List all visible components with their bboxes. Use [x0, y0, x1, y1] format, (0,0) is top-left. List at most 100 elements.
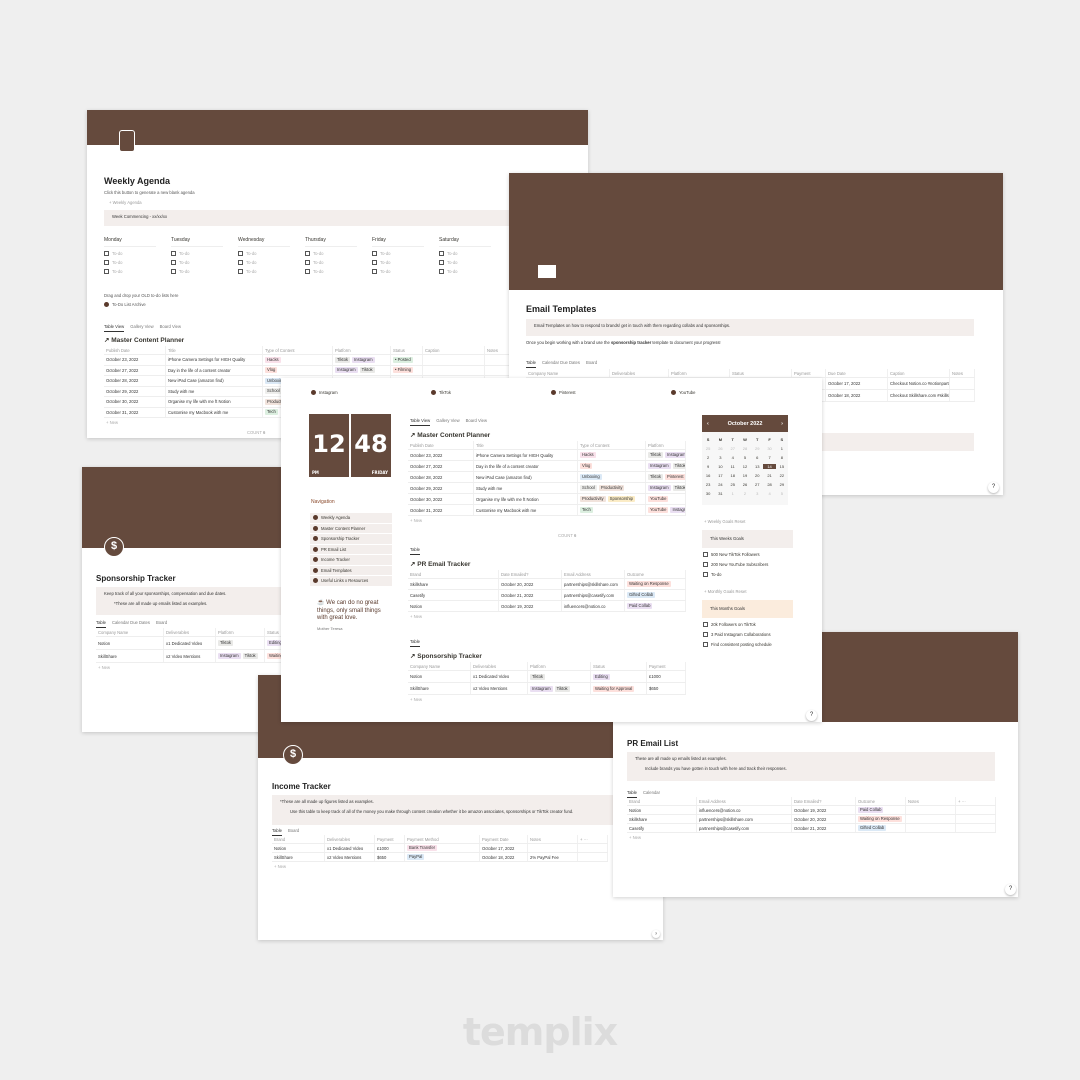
calendar-day[interactable]: 4 — [727, 455, 739, 460]
column-header[interactable]: Payment — [792, 369, 826, 377]
calendar-day[interactable]: 28 — [739, 446, 751, 451]
column-header[interactable]: Email Address — [562, 570, 625, 578]
calendar-day[interactable]: 3 — [751, 491, 763, 496]
todo-item[interactable]: To-do — [305, 260, 357, 269]
table-row[interactable]: Notion x1 Dedicated Video £1000 Bank Transf… — [272, 844, 608, 853]
calendar-day[interactable]: 28 — [763, 482, 775, 487]
goal-item[interactable]: 3 Paid Instagram Collaborations — [703, 630, 772, 640]
new-row-button[interactable]: + New — [627, 833, 996, 842]
next-month-button[interactable]: › — [781, 421, 783, 427]
column-header[interactable]: Platform — [528, 662, 591, 670]
prev-month-button[interactable]: ‹ — [707, 421, 709, 427]
column-header[interactable]: Company Name — [96, 628, 164, 636]
goal-item[interactable]: 20k Followers on TikTok — [703, 620, 772, 630]
checkbox[interactable] — [305, 251, 310, 257]
table-row[interactable]: October 31, 2022 Customise my Macbook wit… — [408, 505, 686, 516]
goal-item[interactable]: 200 New YouTube Subscribers — [703, 560, 768, 570]
checkbox[interactable] — [439, 251, 444, 257]
todo-item[interactable]: To-do — [372, 269, 424, 278]
tab-table-view[interactable]: Table View — [410, 418, 431, 426]
goal-item[interactable]: 500 New TikTok Followers — [703, 550, 768, 560]
calendar-day[interactable]: 25 — [702, 446, 714, 451]
goal-item[interactable]: Find consistent posting schedule — [703, 640, 772, 650]
help-button[interactable]: ? — [806, 710, 817, 721]
calendar-day[interactable]: 14 — [763, 464, 776, 469]
calendar-day[interactable]: 29 — [751, 446, 763, 451]
weekly-agenda-button[interactable]: + Weekly Agenda — [109, 200, 142, 205]
calendar-day[interactable]: 9 — [702, 464, 714, 469]
column-header[interactable]: Company Name — [526, 369, 610, 377]
calendar-day[interactable]: 12 — [739, 464, 751, 469]
calendar-day[interactable]: 5 — [739, 455, 751, 460]
checkbox[interactable] — [238, 260, 243, 266]
calendar-day[interactable]: 31 — [714, 491, 726, 496]
todo-item[interactable]: To-do — [372, 251, 424, 260]
calendar-day[interactable]: 11 — [727, 464, 739, 469]
calendar-day[interactable]: 7 — [763, 455, 775, 460]
calendar-day[interactable]: 27 — [751, 482, 763, 487]
calendar-day[interactable]: 19 — [739, 473, 751, 478]
nav-item[interactable]: PR Email List — [310, 544, 392, 554]
checkbox[interactable] — [703, 562, 708, 568]
tab-table-view[interactable]: Table View — [104, 324, 125, 332]
checkbox[interactable] — [703, 642, 708, 648]
column-header[interactable]: Type of Content — [263, 346, 333, 354]
todo-item[interactable]: To-do — [104, 269, 156, 278]
goal-item[interactable]: To-do — [703, 570, 768, 580]
column-header[interactable]: Date Emailed? — [792, 797, 856, 805]
column-header[interactable]: Payment Date — [480, 835, 528, 843]
table-row[interactable]: SkillShare x2 Video Mentions Instagram Tikt… — [408, 683, 686, 695]
table-row[interactable]: October 27, 2022 Day in the life of a con… — [104, 365, 525, 376]
checkbox[interactable] — [372, 251, 377, 257]
table-row[interactable]: October 23, 2022 iPhone Camera Settings f… — [104, 355, 525, 366]
checkbox[interactable] — [372, 260, 377, 266]
todo-item[interactable]: To-do — [104, 251, 156, 260]
calendar-day[interactable]: 17 — [714, 473, 726, 478]
column-header[interactable]: Deliverables — [164, 628, 216, 636]
tab-board-view[interactable]: Board View — [466, 418, 487, 426]
column-header[interactable]: Email Address — [697, 797, 792, 805]
new-row-button[interactable]: + New — [408, 695, 686, 704]
column-header[interactable]: Outcome — [856, 797, 906, 805]
column-header[interactable]: Title — [474, 441, 578, 449]
tab-gallery-view[interactable]: Gallery View — [436, 418, 459, 426]
column-header[interactable]: Brand — [627, 797, 697, 805]
calendar-day[interactable]: 2 — [702, 455, 714, 460]
help-button[interactable]: ? — [988, 482, 999, 493]
todo-item[interactable]: To-do — [305, 251, 357, 260]
nav-item[interactable]: Email Templates — [310, 565, 392, 575]
table-row[interactable]: October 30, 2022 Organise my life with me… — [408, 494, 686, 505]
calendar-day[interactable]: 22 — [776, 473, 788, 478]
calendar-day[interactable]: 15 — [776, 464, 788, 469]
new-row-button[interactable]: + New — [408, 516, 686, 525]
column-header[interactable]: Due Date — [826, 369, 888, 377]
todo-item[interactable]: To-do — [171, 269, 223, 278]
column-header[interactable]: Title — [166, 346, 263, 354]
nav-item[interactable]: Weekly Agenda — [310, 513, 392, 523]
social-link-tiktok[interactable]: TikTok — [431, 390, 551, 396]
column-header[interactable]: Caption — [423, 346, 485, 354]
todo-item[interactable]: To-do — [171, 260, 223, 269]
new-row-button[interactable]: + New — [408, 612, 686, 621]
checkbox[interactable] — [703, 552, 708, 558]
calendar-day[interactable]: 1 — [776, 446, 788, 451]
table-row[interactable]: Notion October 19, 2022 influencers@notion… — [408, 601, 686, 612]
table-row[interactable]: Notionx1 Dedicated VideoTiktok Editing £10… — [408, 671, 686, 683]
nav-item[interactable]: Sponsorship Tracker — [310, 534, 392, 544]
table-row[interactable]: Notion influencers@notion.co October 19, 2… — [627, 806, 996, 815]
checkbox[interactable] — [305, 269, 310, 275]
column-header[interactable]: Type of Content — [578, 441, 646, 449]
tab-table[interactable]: Table — [410, 547, 421, 555]
checkbox[interactable] — [372, 269, 377, 275]
table-row[interactable]: SkillShare x2 Video Mentions $650 PayPal Oct… — [272, 853, 608, 862]
column-header[interactable]: Company Name — [408, 662, 471, 670]
column-header[interactable]: Caption — [888, 369, 950, 377]
table-row[interactable]: October 27, 2022 Day in the life of a con… — [408, 461, 686, 472]
column-header[interactable]: + ··· — [578, 835, 608, 843]
checkbox[interactable] — [703, 572, 708, 578]
calendar-day[interactable]: 26 — [714, 446, 726, 451]
column-header[interactable]: Deliverables — [610, 369, 669, 377]
calendar-day[interactable]: 2 — [739, 491, 751, 496]
column-header[interactable]: Publish Date — [408, 441, 474, 449]
tab-table[interactable]: Table — [526, 360, 537, 368]
